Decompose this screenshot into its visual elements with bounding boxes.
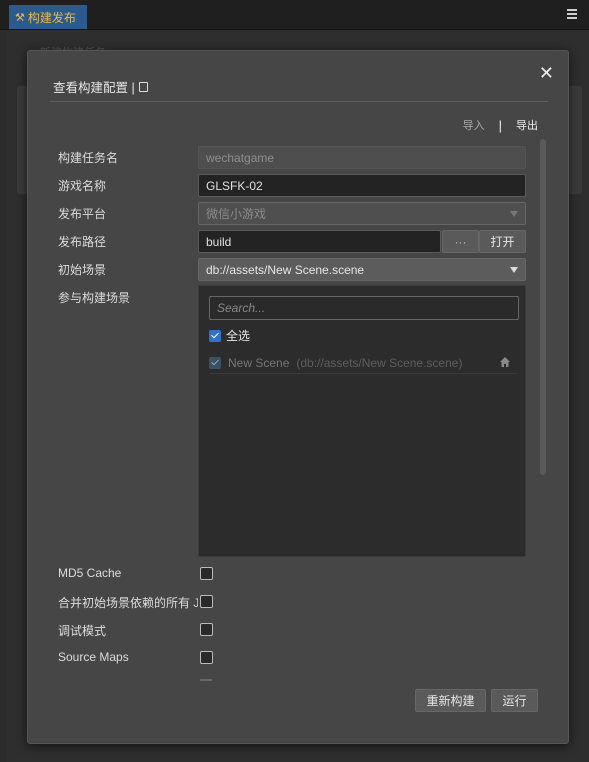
game-name-label: 游戏名称 [58,179,107,193]
md5-cache-label: MD5 Cache [58,566,122,580]
source-maps-label: Source Maps [58,650,129,664]
task-name-field: wechatgame [198,146,526,169]
hammer-icon: ⚒ [15,11,25,24]
modal-title-text: 查看构建配置 | [53,81,135,95]
document-icon [138,81,148,92]
platform-value: 微信小游戏 [206,207,267,221]
modal-title: 查看构建配置 | [53,77,148,96]
task-name-label: 构建任务名 [58,151,119,165]
scene-list-box: Search... 全选 New Scene (db://assets/New … [198,285,526,557]
merge-deps-checkbox[interactable] [200,595,213,608]
chevron-down-icon [510,266,518,273]
md5-cache-checkbox[interactable] [200,567,213,580]
merge-deps-label: 合并初始场景依赖的所有 J [58,596,198,610]
scene-search-input[interactable]: Search... [209,296,519,320]
select-all-row[interactable]: 全选 [209,327,250,344]
hamburger-menu-icon[interactable] [567,7,577,21]
source-maps-checkbox[interactable] [200,651,213,664]
select-all-label: 全选 [226,329,251,343]
start-scene-label: 初始场景 [58,263,107,277]
scene-path: (db://assets/New Scene.scene) [296,355,463,370]
close-icon[interactable]: ✕ [539,63,554,84]
platform-select: 微信小游戏 [198,202,526,225]
scene-checkbox [209,356,221,369]
start-scene-value: db://assets/New Scene.scene [206,262,365,277]
chevron-down-icon [510,210,518,217]
import-button[interactable]: 导入 [463,117,485,133]
open-folder-button[interactable]: 打开 [479,230,526,253]
build-path-input[interactable]: build [198,230,441,253]
title-divider [50,101,548,102]
debug-mode-label: 调试模式 [58,624,107,638]
debug-mode-checkbox[interactable] [200,623,213,636]
build-config-modal: 查看构建配置 | ✕ 导入 | 导出 构建任务名 wechatgame 游戏名称… [27,50,569,744]
game-name-input[interactable]: GLSFK-02 [198,174,526,197]
scene-name: New Scene [228,355,290,370]
top-tab-bar: ⚒ 构建发布 [0,0,589,30]
import-export-bar: 导入 | 导出 [463,117,538,133]
tab-label: 构建发布 [27,10,76,25]
platform-label: 发布平台 [58,207,107,221]
more-options-cutoff [200,679,212,681]
start-scene-select[interactable]: db://assets/New Scene.scene [198,258,526,281]
run-button[interactable]: 运行 [491,689,538,712]
build-path-label: 发布路径 [58,235,107,249]
tab-build-publish[interactable]: ⚒ 构建发布 [9,5,87,29]
export-button[interactable]: 导出 [516,117,538,133]
browse-button[interactable]: ··· [442,230,479,253]
rebuild-button[interactable]: 重新构建 [415,689,486,712]
modal-scrollbar[interactable] [540,139,546,475]
select-all-checkbox[interactable] [209,329,221,342]
build-publish-app: ⚒ 构建发布 新建构建任务 查看构建配置 | ✕ 导入 | 导出 构建任务名 w… [0,0,589,762]
import-export-separator: | [498,117,502,133]
build-scenes-label: 参与构建场景 [58,291,131,305]
list-item: New Scene (db://assets/New Scene.scene) [209,352,517,374]
home-icon [500,357,510,367]
